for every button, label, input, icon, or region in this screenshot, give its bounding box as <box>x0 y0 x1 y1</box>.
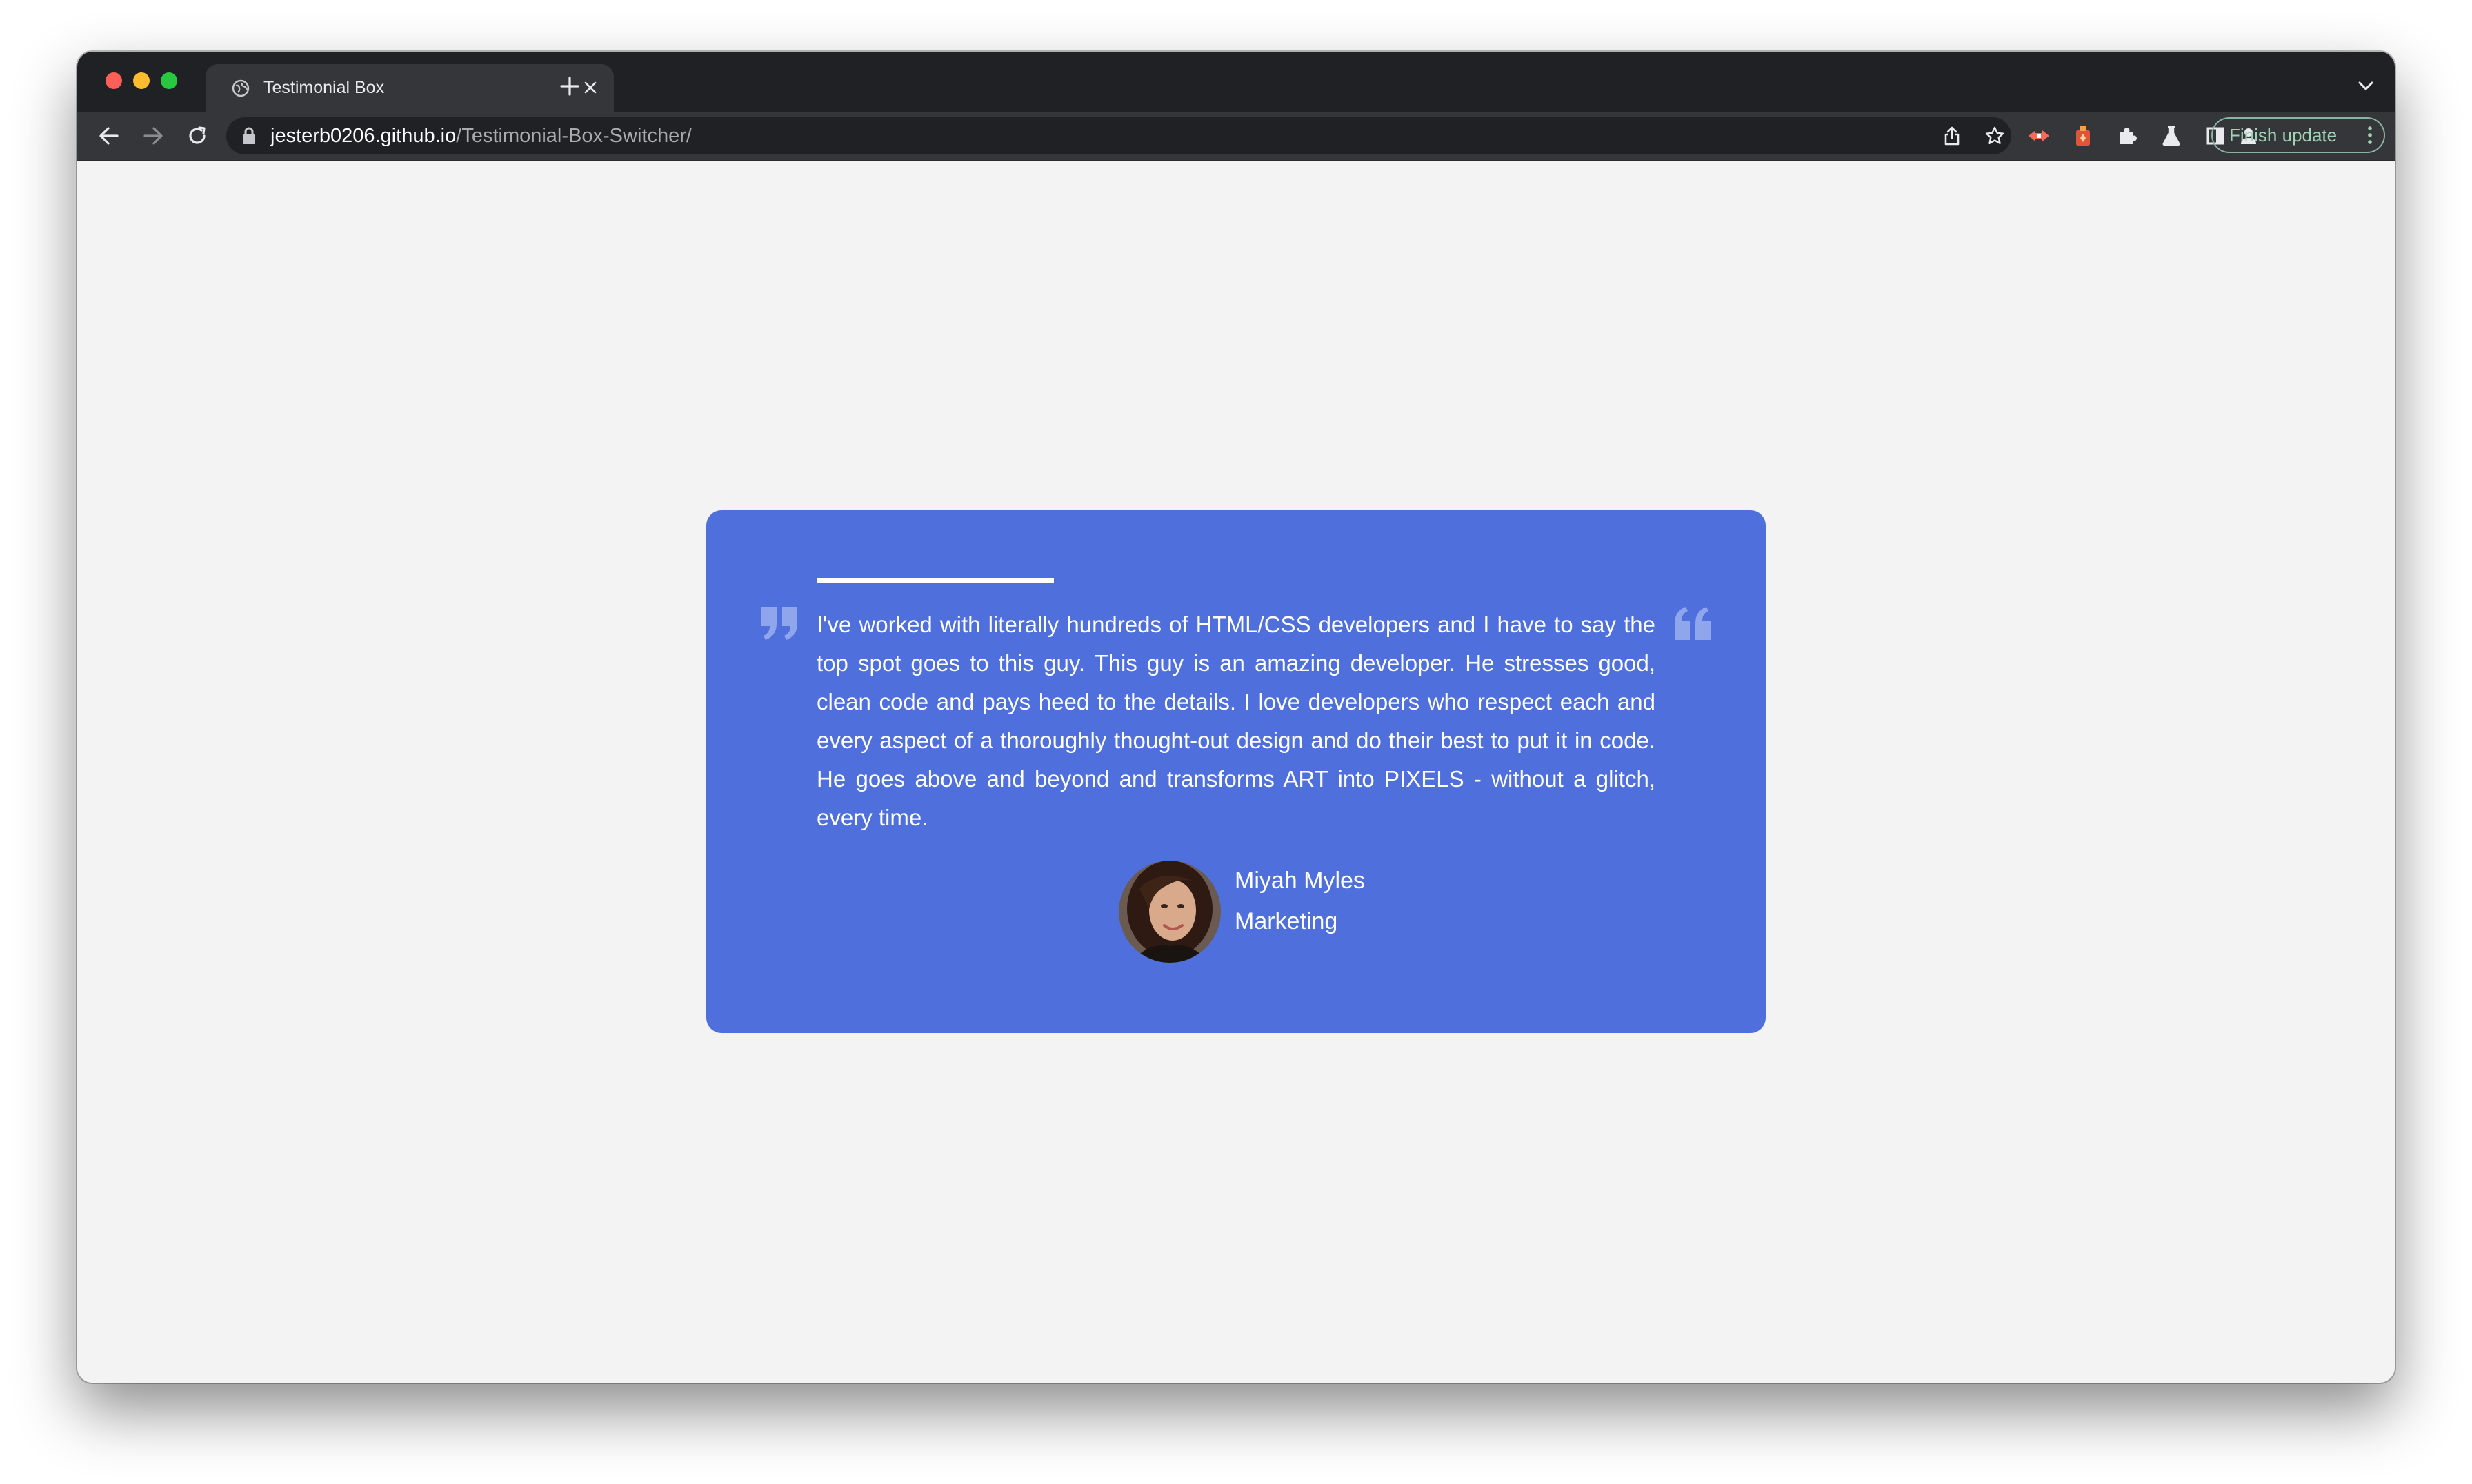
tab-search-button[interactable] <box>2351 71 2381 101</box>
finish-update-button[interactable]: Finish update <box>2211 117 2385 153</box>
globe-icon <box>232 79 250 97</box>
extension-orange-button[interactable] <box>2068 121 2098 151</box>
back-arrow-icon <box>99 127 119 145</box>
quote-right-icon <box>1675 607 1711 640</box>
flask-icon <box>2162 126 2180 146</box>
share-button[interactable] <box>1937 121 1967 151</box>
star-icon <box>1985 126 2004 144</box>
extension-orange-icon <box>2076 126 2090 146</box>
page-viewport: I've worked with literally hundreds of H… <box>77 161 2395 1383</box>
chevron-down-icon <box>2358 81 2373 90</box>
zoom-window-button[interactable] <box>161 72 177 89</box>
browser-window: Testimonial Box jesterb0206.github.io/Te… <box>77 52 2395 1383</box>
progress-bar <box>817 578 1054 583</box>
new-tab-button[interactable] <box>550 67 589 106</box>
labs-button[interactable] <box>2156 121 2186 151</box>
back-button[interactable] <box>90 117 128 155</box>
finish-update-wrapper: Finish update <box>2211 117 2385 153</box>
reload-icon <box>189 126 206 144</box>
url-path: /Testimonial-Box-Switcher/ <box>456 125 692 147</box>
finish-update-label: Finish update <box>2229 125 2338 146</box>
extensions-button[interactable] <box>2112 121 2142 151</box>
quote-left-icon <box>761 607 797 640</box>
address-bar[interactable]: jesterb0206.github.io/Testimonial-Box-Sw… <box>226 117 2011 154</box>
person-role: Marketing <box>1235 908 1338 934</box>
extension-red-icon <box>2029 130 2049 141</box>
avatar <box>1119 861 1221 963</box>
puzzle-icon <box>2120 128 2137 144</box>
forward-button[interactable] <box>134 117 172 155</box>
browser-toolbar: jesterb0206.github.io/Testimonial-Box-Sw… <box>77 112 2395 161</box>
person-name: Miyah Myles <box>1235 868 1365 894</box>
testimonial-card: I've worked with literally hundreds of H… <box>706 510 1766 1033</box>
reload-button[interactable] <box>178 117 217 155</box>
bookmark-button[interactable] <box>1980 121 2010 151</box>
kebab-menu-icon[interactable] <box>2367 126 2373 145</box>
url-host: jesterb0206.github.io <box>270 125 457 147</box>
lock-icon[interactable] <box>241 127 257 145</box>
tab-title: Testimonial Box <box>263 78 385 97</box>
testimonial-text: I've worked with literally hundreds of H… <box>817 612 1655 830</box>
share-icon <box>1944 126 1960 146</box>
close-window-button[interactable] <box>106 72 122 89</box>
forward-arrow-icon <box>143 127 163 145</box>
plus-icon <box>560 77 579 96</box>
url-text: jesterb0206.github.io/Testimonial-Box-Sw… <box>270 117 692 154</box>
tab-strip: Testimonial Box <box>77 52 2395 112</box>
minimize-window-button[interactable] <box>133 72 150 89</box>
extension-red-button[interactable] <box>2024 121 2054 151</box>
